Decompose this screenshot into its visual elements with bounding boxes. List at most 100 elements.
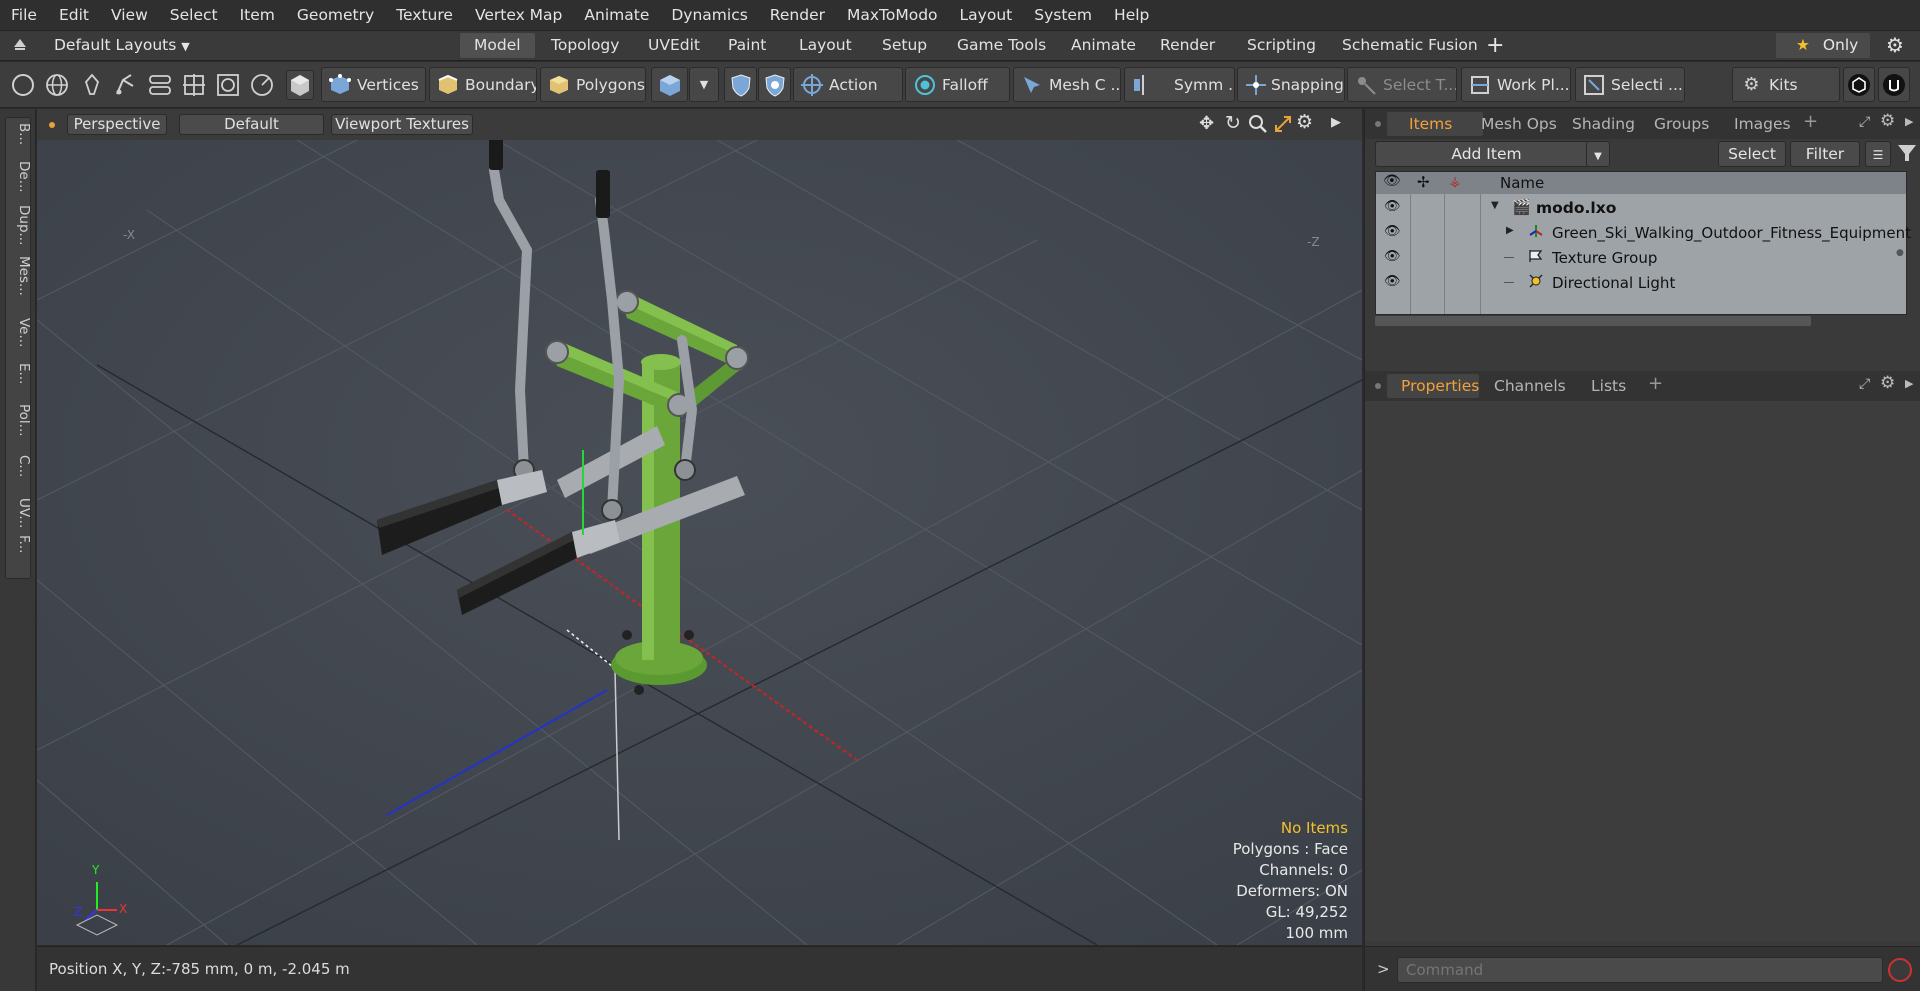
unreal-button[interactable] xyxy=(1878,67,1910,102)
rotate-circle-icon[interactable] xyxy=(250,73,274,101)
material-mode-button[interactable] xyxy=(651,67,688,102)
tab-game-tools[interactable]: Game Tools xyxy=(943,33,1060,58)
tab-images[interactable]: Images xyxy=(1734,115,1791,133)
tab-deform[interactable]: De... xyxy=(4,161,32,193)
render-column-icon[interactable]: ⚶ xyxy=(1449,174,1461,190)
expand-triangle-icon[interactable]: ▶ xyxy=(1506,225,1514,236)
name-column-header[interactable]: Name xyxy=(1500,174,1544,192)
tab-lists[interactable]: Lists xyxy=(1591,377,1626,395)
falloff-button[interactable]: Falloff xyxy=(905,67,1010,102)
lock-column-icon[interactable]: ✢ xyxy=(1417,173,1430,191)
menu-view[interactable]: View xyxy=(100,0,159,31)
zoom-icon[interactable] xyxy=(1248,114,1268,138)
lasso-icon[interactable] xyxy=(113,72,137,102)
select-through-button[interactable]: Select T... xyxy=(1347,67,1457,102)
record-macro-icon[interactable] xyxy=(1888,958,1912,982)
menu-layout[interactable]: Layout xyxy=(949,0,1024,31)
add-panel-tab-icon[interactable]: + xyxy=(1648,373,1663,394)
tab-topology[interactable]: Topology xyxy=(537,33,633,58)
tab-channels[interactable]: Channels xyxy=(1494,377,1566,395)
tab-fusion[interactable]: F... xyxy=(4,535,32,553)
tab-vertex[interactable]: Ve... xyxy=(4,318,32,347)
eye-icon[interactable]: 👁 xyxy=(1384,199,1401,214)
menu-dynamics[interactable]: Dynamics xyxy=(660,0,758,31)
pan-icon[interactable]: ✥ xyxy=(1199,113,1214,134)
kits-button[interactable]: ⚙ Kits xyxy=(1732,67,1840,102)
filter-button[interactable]: Filter xyxy=(1790,141,1860,167)
action-button[interactable]: Action ... xyxy=(793,67,903,102)
loop-select-icon[interactable] xyxy=(148,73,172,101)
tree-horizontal-scrollbar[interactable] xyxy=(1375,316,1811,326)
selection-sets-button[interactable]: Selecti ... xyxy=(1575,67,1685,102)
tab-shading[interactable]: Shading xyxy=(1572,115,1635,133)
mesh-constraint-button[interactable]: Mesh C ... xyxy=(1013,67,1121,102)
menu-system[interactable]: System xyxy=(1023,0,1103,31)
expand-triangle-icon[interactable]: ▼ xyxy=(1491,200,1499,211)
visibility-column-icon[interactable]: 👁 xyxy=(1383,173,1401,189)
snapping-button[interactable]: Snapping xyxy=(1237,67,1345,102)
unity-button[interactable] xyxy=(1843,67,1875,102)
maximize-icon[interactable] xyxy=(1273,114,1293,138)
collapse-up-icon[interactable] xyxy=(12,37,28,53)
command-input[interactable] xyxy=(1397,957,1883,983)
vertices-button[interactable]: Vertices xyxy=(321,67,426,102)
viewport-gear-icon[interactable]: ⚙ xyxy=(1296,111,1313,133)
tab-polygon[interactable]: Pol... xyxy=(4,404,32,437)
tab-setup[interactable]: Setup xyxy=(868,33,941,58)
menu-geometry[interactable]: Geometry xyxy=(286,0,385,31)
eye-icon[interactable]: 👁 xyxy=(1384,249,1401,264)
menu-item[interactable]: Item xyxy=(229,0,286,31)
mode-dropdown[interactable]: ▼ xyxy=(689,67,719,102)
rotate-view-icon[interactable]: ↻ xyxy=(1225,112,1241,134)
tab-mesh-ops[interactable]: Mesh Ops xyxy=(1481,115,1557,133)
add-panel-tab-icon[interactable]: + xyxy=(1803,111,1818,132)
tab-uvedit[interactable]: UVEdit xyxy=(634,33,714,58)
tab-properties[interactable]: Properties xyxy=(1401,377,1479,395)
panel-expand-icon[interactable]: ▶ xyxy=(1905,377,1913,390)
tab-groups[interactable]: Groups xyxy=(1654,115,1709,133)
tree-scroll-indicator[interactable]: ● xyxy=(1896,248,1904,258)
symmetry-button[interactable]: Symm ... xyxy=(1124,67,1235,102)
panel-gear-icon[interactable]: ⚙ xyxy=(1880,111,1895,131)
menu-texture[interactable]: Texture xyxy=(385,0,464,31)
only-toggle[interactable]: ★ Only xyxy=(1776,33,1870,58)
funnel-icon[interactable] xyxy=(1897,143,1917,167)
tab-scripting[interactable]: Scripting xyxy=(1233,33,1330,58)
add-tab-icon[interactable]: + xyxy=(1486,33,1504,58)
menu-animate[interactable]: Animate xyxy=(573,0,660,31)
items-panel-dot[interactable] xyxy=(1375,121,1381,127)
viewport-canvas[interactable] xyxy=(37,140,1362,945)
maximize-panel-icon[interactable]: ⤢ xyxy=(1859,114,1870,130)
globe-icon[interactable] xyxy=(45,73,69,101)
tab-paint[interactable]: Paint xyxy=(714,33,780,58)
tab-duplicate[interactable]: Dup... xyxy=(4,205,32,245)
viewport-status-dot[interactable] xyxy=(49,122,55,128)
3d-viewport[interactable]: -X -Z Y X Z No Items Polygons : Face Cha… xyxy=(37,140,1362,945)
boundary-button[interactable]: Boundary xyxy=(429,67,537,102)
panel-gear-icon[interactable]: ⚙ xyxy=(1880,373,1895,393)
work-plane-button[interactable]: Work Pl... xyxy=(1461,67,1571,102)
shading-style-button[interactable]: Default xyxy=(179,114,324,135)
select-button[interactable]: Select xyxy=(1718,141,1786,167)
menu-help[interactable]: Help xyxy=(1103,0,1160,31)
tab-render[interactable]: Render xyxy=(1146,33,1229,58)
tab-basic[interactable]: B... xyxy=(4,123,32,145)
eye-icon[interactable]: 👁 xyxy=(1384,224,1401,239)
menu-vertex-map[interactable]: Vertex Map xyxy=(464,0,573,31)
view-type-button[interactable]: Perspective xyxy=(67,114,167,135)
panel-expand-icon[interactable]: ▶ xyxy=(1905,115,1913,128)
tree-row-scene[interactable]: 👁 ▼ 🎬 modo.lxo xyxy=(1376,196,1896,221)
element-select-icon[interactable] xyxy=(216,73,240,101)
tab-items[interactable]: Items xyxy=(1409,115,1452,133)
add-item-dropdown[interactable]: ▼ xyxy=(1586,141,1610,167)
properties-panel-dot[interactable] xyxy=(1375,383,1381,389)
menu-edit[interactable]: Edit xyxy=(48,0,100,31)
tab-curve[interactable]: C... xyxy=(4,455,32,477)
menu-file[interactable]: File xyxy=(0,0,48,31)
pen-icon[interactable] xyxy=(81,73,103,101)
maximize-panel-icon[interactable]: ⤢ xyxy=(1859,376,1870,392)
tree-row-light[interactable]: 👁 Directional Light xyxy=(1376,271,1896,296)
tab-schematic-fusion[interactable]: Schematic Fusion xyxy=(1328,33,1492,58)
collapse-list-button[interactable]: ☰ xyxy=(1865,141,1891,167)
add-item-button[interactable]: Add Item xyxy=(1375,141,1598,167)
